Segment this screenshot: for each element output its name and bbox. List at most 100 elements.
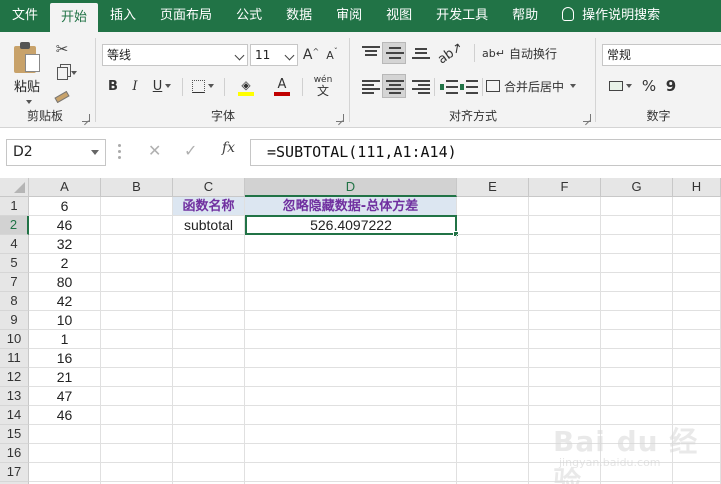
cell-a13[interactable]: 47 (29, 387, 101, 406)
align-center-button[interactable] (382, 74, 406, 98)
cell-h4[interactable] (673, 235, 721, 254)
cell-h11[interactable] (673, 349, 721, 368)
cell-g11[interactable] (601, 349, 673, 368)
cell-h13[interactable] (673, 387, 721, 406)
underline-button[interactable]: U (148, 75, 176, 97)
percent-button[interactable]: % (640, 75, 658, 97)
cell-c15[interactable] (173, 425, 245, 444)
tab-6[interactable]: 审阅 (324, 0, 374, 32)
row-header[interactable]: 13 (0, 387, 29, 406)
cell-e5[interactable] (457, 254, 529, 273)
row-header[interactable]: 17 (0, 463, 29, 482)
cell-d5[interactable] (245, 254, 457, 273)
cell-f4[interactable] (529, 235, 601, 254)
merge-center-button[interactable]: 合并后居中 (486, 75, 586, 97)
cell-d1[interactable]: 忽略隐藏数据-总体方差 (245, 197, 457, 216)
cell-f12[interactable] (529, 368, 601, 387)
cell-h8[interactable] (673, 292, 721, 311)
row-header[interactable]: 5 (0, 254, 29, 273)
cell-a15[interactable] (29, 425, 101, 444)
cell-g1[interactable] (601, 197, 673, 216)
cell-a7[interactable]: 80 (29, 273, 101, 292)
align-right-button[interactable] (412, 80, 430, 94)
tab-3[interactable]: 页面布局 (148, 0, 224, 32)
column-header-f[interactable]: F (529, 178, 601, 197)
font-launcher-icon[interactable] (336, 114, 344, 122)
cell-d9[interactable] (245, 311, 457, 330)
cell-f13[interactable] (529, 387, 601, 406)
cell-d11[interactable] (245, 349, 457, 368)
column-header-c[interactable]: C (173, 178, 245, 197)
bold-button[interactable]: B (104, 75, 122, 97)
decrease-font-button[interactable]: Aˇ (322, 44, 342, 66)
paste-button[interactable]: 粘贴 (8, 36, 50, 104)
cell-c5[interactable] (173, 254, 245, 273)
tab-2[interactable]: 插入 (98, 0, 148, 32)
cell-b1[interactable] (101, 197, 173, 216)
cell-a14[interactable]: 46 (29, 406, 101, 425)
row-header[interactable]: 14 (0, 406, 29, 425)
row-header[interactable]: 11 (0, 349, 29, 368)
accounting-format-button[interactable] (604, 75, 636, 97)
tab-0[interactable]: 文件 (0, 0, 50, 32)
cell-d14[interactable] (245, 406, 457, 425)
cell-d15[interactable] (245, 425, 457, 444)
column-header-a[interactable]: A (29, 178, 101, 197)
bottom-align-button[interactable] (412, 48, 430, 62)
cell-c13[interactable] (173, 387, 245, 406)
align-left-button[interactable] (362, 80, 380, 94)
formula-input[interactable]: =SUBTOTAL(111,A1:A14) (250, 139, 721, 166)
cell-e17[interactable] (457, 463, 529, 482)
phonetic-button[interactable]: wén 文 (308, 72, 338, 100)
cell-a10[interactable]: 1 (29, 330, 101, 349)
cell-e2[interactable] (457, 216, 529, 235)
alignment-launcher-icon[interactable] (583, 114, 591, 122)
borders-button[interactable] (188, 75, 218, 97)
cell-h12[interactable] (673, 368, 721, 387)
copy-button[interactable] (52, 64, 82, 82)
cell-f1[interactable] (529, 197, 601, 216)
row-header[interactable]: 4 (0, 235, 29, 254)
row-header[interactable]: 10 (0, 330, 29, 349)
paste-dropdown-icon[interactable] (23, 94, 32, 108)
tab-10[interactable]: 操作说明搜索 (550, 0, 672, 32)
name-box[interactable]: D2 (6, 139, 106, 166)
select-all-button[interactable] (0, 178, 29, 197)
cell-a1[interactable]: 6 (29, 197, 101, 216)
cell-g9[interactable] (601, 311, 673, 330)
cell-c12[interactable] (173, 368, 245, 387)
cell-b9[interactable] (101, 311, 173, 330)
cell-c16[interactable] (173, 444, 245, 463)
cell-h9[interactable] (673, 311, 721, 330)
cell-c14[interactable] (173, 406, 245, 425)
cell-b16[interactable] (101, 444, 173, 463)
cell-e14[interactable] (457, 406, 529, 425)
name-box-dropdown-icon[interactable] (91, 150, 99, 155)
cell-a16[interactable] (29, 444, 101, 463)
cell-b5[interactable] (101, 254, 173, 273)
enter-formula-button[interactable]: ✓ (184, 141, 197, 160)
cell-g12[interactable] (601, 368, 673, 387)
cell-b12[interactable] (101, 368, 173, 387)
cell-c4[interactable] (173, 235, 245, 254)
cell-d17[interactable] (245, 463, 457, 482)
font-color-button[interactable]: A (266, 75, 298, 99)
cell-e7[interactable] (457, 273, 529, 292)
middle-align-button[interactable] (382, 42, 406, 64)
increase-font-button[interactable]: A ^ (301, 44, 321, 66)
cell-e13[interactable] (457, 387, 529, 406)
row-header[interactable]: 2 (0, 216, 29, 235)
tab-9[interactable]: 帮助 (500, 0, 550, 32)
cancel-formula-button[interactable]: ✕ (148, 141, 161, 160)
cell-b4[interactable] (101, 235, 173, 254)
cell-a8[interactable]: 42 (29, 292, 101, 311)
cell-a9[interactable]: 10 (29, 311, 101, 330)
cell-c10[interactable] (173, 330, 245, 349)
cut-button[interactable]: ✂ (52, 40, 72, 58)
cell-b14[interactable] (101, 406, 173, 425)
cell-g13[interactable] (601, 387, 673, 406)
cell-g7[interactable] (601, 273, 673, 292)
cell-c17[interactable] (173, 463, 245, 482)
cell-c1[interactable]: 函数名称 (173, 197, 245, 216)
cell-d16[interactable] (245, 444, 457, 463)
